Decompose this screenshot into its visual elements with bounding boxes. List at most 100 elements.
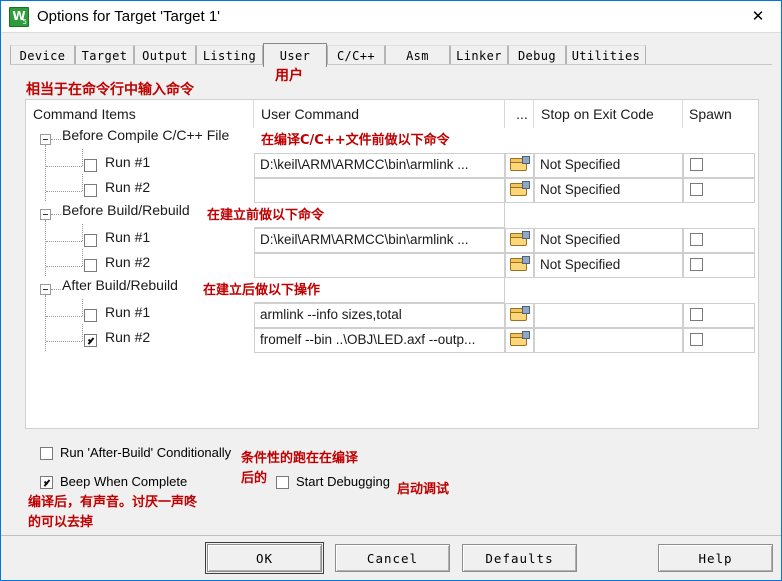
- annotation-conditional-line1: 条件性的跑在在编译: [241, 451, 359, 466]
- ok-button[interactable]: OK: [205, 542, 324, 574]
- cancel-button[interactable]: Cancel: [335, 544, 450, 572]
- command-field-bc-1[interactable]: D:\keil\ARM\ARMCC\bin\armlink ...: [254, 153, 505, 178]
- spawn-cell-bc-2[interactable]: [683, 178, 755, 203]
- run-checkbox-ab-1[interactable]: [84, 309, 97, 322]
- annotation-start-debugging: 启动调试: [397, 482, 450, 497]
- window-title: Options for Target 'Target 1': [37, 8, 221, 25]
- run-after-build-conditionally-checkbox[interactable]: [40, 447, 53, 460]
- run-checkbox-bb-2[interactable]: [84, 259, 97, 272]
- run-checkbox-bc-2[interactable]: [84, 184, 97, 197]
- tab-listing[interactable]: Listing: [196, 45, 263, 65]
- stop-on-exit-text-bc-1: Not Specified: [540, 157, 621, 172]
- command-field-ab-1[interactable]: armlink --info sizes,total: [254, 303, 505, 328]
- help-button[interactable]: Help: [658, 544, 773, 572]
- annotation-before-compile: 在编译C/C++文件前做以下命令: [261, 133, 450, 148]
- annotation-user-tab: 用户: [275, 68, 303, 84]
- group-spacer-ab: [254, 278, 505, 303]
- browse-cell-bb-2[interactable]: [505, 253, 534, 278]
- spawn-cell-ab-2[interactable]: [683, 328, 755, 353]
- tree-toggle-before-compile[interactable]: [40, 134, 51, 145]
- spawn-checkbox-bc-1[interactable]: [690, 158, 703, 171]
- stop-on-exit-cell-bc-2[interactable]: Not Specified: [534, 178, 683, 203]
- group-label-before-build[interactable]: Before Build/Rebuild: [62, 202, 190, 218]
- tree-toggle-after-build[interactable]: [40, 284, 51, 295]
- folder-open-icon[interactable]: [510, 256, 530, 272]
- command-field-bb-1[interactable]: D:\keil\ARM\ARMCC\bin\armlink ...: [254, 228, 505, 253]
- group-label-before-compile[interactable]: Before Compile C/C++ File: [62, 127, 229, 143]
- tab-ccpp[interactable]: C/C++: [327, 45, 385, 65]
- tab-utilities[interactable]: Utilities: [566, 45, 646, 65]
- tab-user[interactable]: User: [263, 43, 327, 67]
- header-user-command: User Command: [261, 105, 360, 122]
- stop-on-exit-cell-ab-2[interactable]: [534, 328, 683, 353]
- spawn-checkbox-ab-2[interactable]: [690, 333, 703, 346]
- tab-debug[interactable]: Debug: [508, 45, 566, 65]
- folder-open-icon[interactable]: [510, 331, 530, 347]
- stop-on-exit-cell-bb-1[interactable]: Not Specified: [534, 228, 683, 253]
- header-command-items: Command Items: [33, 105, 136, 122]
- spawn-cell-bb-1[interactable]: [683, 228, 755, 253]
- header-stop-on-exit-code: Stop on Exit Code: [541, 105, 654, 122]
- run-label-bb-1: Run #1: [105, 229, 151, 245]
- defaults-button[interactable]: Defaults: [462, 544, 577, 572]
- stop-on-exit-text-bb-2: Not Specified: [540, 257, 621, 272]
- command-field-ab-2[interactable]: fromelf --bin ..\OBJ\LED.axf --outp...: [254, 328, 505, 353]
- header-spawn: Spawn: [689, 105, 732, 122]
- run-label-bc-2: Run #2: [105, 179, 151, 195]
- run-label-bb-2: Run #2: [105, 254, 151, 270]
- spawn-checkbox-bb-2[interactable]: [690, 258, 703, 271]
- spawn-cell-bc-1[interactable]: [683, 153, 755, 178]
- beep-when-complete-checkbox[interactable]: [40, 476, 53, 489]
- tab-device[interactable]: Device: [10, 45, 75, 65]
- footer-separator: [1, 535, 781, 536]
- browse-cell-ab-1[interactable]: [505, 303, 534, 328]
- close-icon[interactable]: ✕: [735, 1, 781, 31]
- spawn-cell-bb-2[interactable]: [683, 253, 755, 278]
- command-text-ab-2: fromelf --bin ..\OBJ\LED.axf --outp...: [260, 332, 476, 347]
- browse-cell-bb-1[interactable]: [505, 228, 534, 253]
- run-label-ab-1: Run #1: [105, 304, 151, 320]
- folder-open-icon[interactable]: [510, 306, 530, 322]
- stop-on-exit-cell-bc-1[interactable]: Not Specified: [534, 153, 683, 178]
- folder-open-icon[interactable]: [510, 181, 530, 197]
- group-spacer-bb: [254, 203, 505, 228]
- run-checkbox-bc-1[interactable]: [84, 159, 97, 172]
- tab-strip: Device Target Output Listing User C/C++ …: [10, 43, 772, 67]
- command-field-bc-2[interactable]: [254, 178, 505, 203]
- spawn-checkbox-ab-1[interactable]: [690, 308, 703, 321]
- beep-when-complete-label[interactable]: Beep When Complete: [60, 474, 187, 489]
- tab-asm[interactable]: Asm: [385, 45, 450, 65]
- stop-on-exit-text-bb-1: Not Specified: [540, 232, 621, 247]
- command-text-bc-1: D:\keil\ARM\ARMCC\bin\armlink ...: [260, 157, 469, 172]
- run-checkbox-bb-1[interactable]: [84, 234, 97, 247]
- tab-output[interactable]: Output: [134, 45, 196, 65]
- options-dialog: Options for Target 'Target 1' ✕ Device T…: [0, 0, 782, 581]
- tab-target[interactable]: Target: [75, 45, 134, 65]
- start-debugging-checkbox[interactable]: [276, 476, 289, 489]
- spawn-cell-ab-1[interactable]: [683, 303, 755, 328]
- run-label-bc-1: Run #1: [105, 154, 151, 170]
- command-field-bb-2[interactable]: [254, 253, 505, 278]
- annotation-command-line: 相当于在命令行中输入命令: [26, 82, 194, 98]
- stop-on-exit-cell-bb-2[interactable]: Not Specified: [534, 253, 683, 278]
- keil-uvision-icon: [9, 6, 29, 27]
- tab-underline: [10, 64, 772, 65]
- browse-cell-bc-2[interactable]: [505, 178, 534, 203]
- tab-linker[interactable]: Linker: [450, 45, 508, 65]
- folder-open-icon[interactable]: [510, 231, 530, 247]
- browse-cell-bc-1[interactable]: [505, 153, 534, 178]
- run-checkbox-ab-2[interactable]: [84, 334, 97, 347]
- stop-on-exit-cell-ab-1[interactable]: [534, 303, 683, 328]
- tree-toggle-before-build[interactable]: [40, 209, 51, 220]
- spawn-checkbox-bc-2[interactable]: [690, 183, 703, 196]
- group-label-after-build[interactable]: After Build/Rebuild: [62, 277, 178, 293]
- folder-open-icon[interactable]: [510, 156, 530, 172]
- spawn-checkbox-bb-1[interactable]: [690, 233, 703, 246]
- browse-cell-ab-2[interactable]: [505, 328, 534, 353]
- annotation-beep-line2: 的可以去掉: [28, 515, 94, 530]
- stop-on-exit-text-bc-2: Not Specified: [540, 182, 621, 197]
- run-after-build-conditionally-label[interactable]: Run 'After-Build' Conditionally: [60, 445, 231, 460]
- header-browse-ellipsis: ...: [516, 106, 528, 122]
- start-debugging-label[interactable]: Start Debugging: [296, 474, 390, 489]
- annotation-beep-line1: 编译后，有声音。讨厌一声咚: [28, 495, 198, 510]
